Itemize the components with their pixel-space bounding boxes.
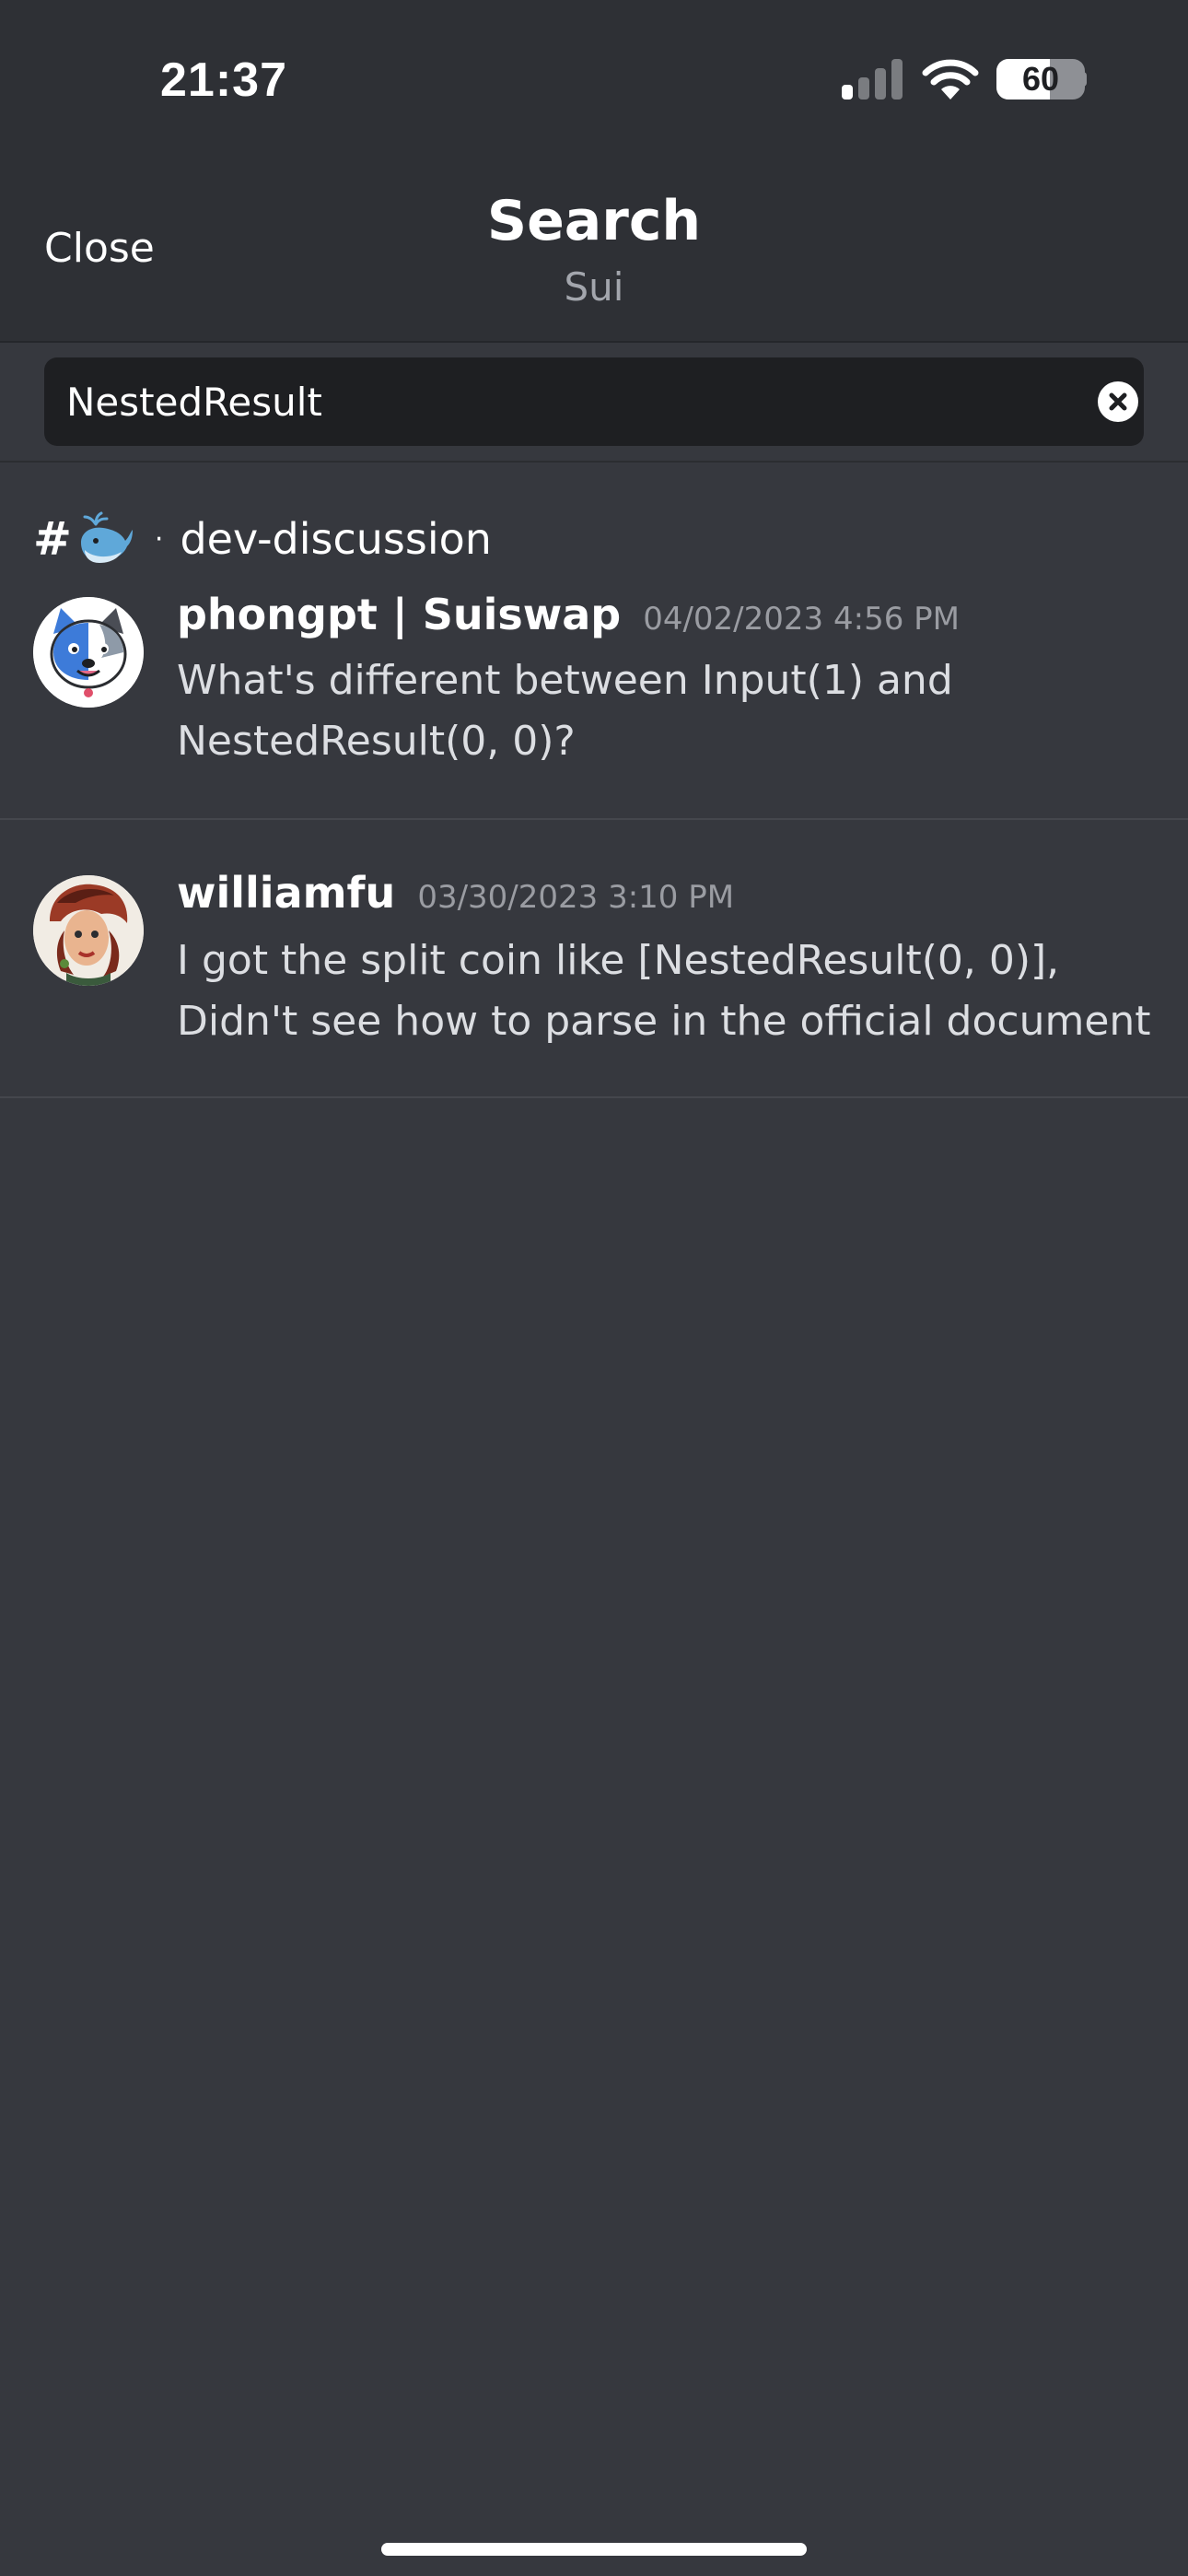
author-name[interactable]: phongpt | Suiswap (177, 590, 621, 639)
message-line: What's different between Input(1) and (177, 657, 953, 704)
message-header: williamfu 03/30/2023 3:10 PM (177, 868, 734, 918)
battery-tip (1081, 72, 1087, 87)
message-timestamp: 04/02/2023 4:56 PM (643, 601, 960, 638)
message-line: Didn't see how to parse in the official … (177, 998, 1151, 1045)
channel-hash-symbol: # (33, 512, 72, 566)
author-name[interactable]: williamfu (177, 868, 395, 918)
portrait-avatar-icon[interactable] (33, 875, 144, 986)
search-field[interactable] (44, 357, 1144, 446)
channel-name: dev-discussion (180, 514, 492, 564)
status-time: 21:37 (160, 53, 287, 107)
dog-avatar-icon[interactable] (33, 597, 144, 708)
message-text: I got the split coin like [NestedResult(… (177, 931, 1153, 1052)
cellular-signal-icon (842, 59, 906, 100)
battery-icon: 60 (996, 59, 1085, 100)
page-title: Search (486, 189, 702, 253)
result-divider (0, 1096, 1188, 1098)
whale-icon (80, 511, 133, 563)
wifi-icon (921, 57, 980, 101)
battery-percent: 60 (1021, 60, 1060, 98)
message-text: What's different between Input(1) and Ne… (177, 650, 1153, 772)
message-timestamp: 03/30/2023 3:10 PM (417, 879, 735, 916)
message-line: I got the split coin like [NestedResult(… (177, 937, 1060, 984)
search-area-divider (0, 461, 1188, 463)
search-input[interactable] (66, 357, 1061, 446)
message-header: phongpt | Suiswap 04/02/2023 4:56 PM (177, 590, 960, 639)
clear-search-icon[interactable] (1098, 381, 1138, 422)
header-divider (0, 341, 1188, 343)
channel-label[interactable]: # · dev-discussion (33, 509, 492, 569)
message-line: NestedResult(0, 0)? (177, 718, 576, 765)
home-indicator[interactable] (381, 2543, 807, 2556)
server-name-subtitle: Sui (564, 264, 624, 310)
result-divider (0, 818, 1188, 820)
channel-separator: · (154, 522, 164, 556)
